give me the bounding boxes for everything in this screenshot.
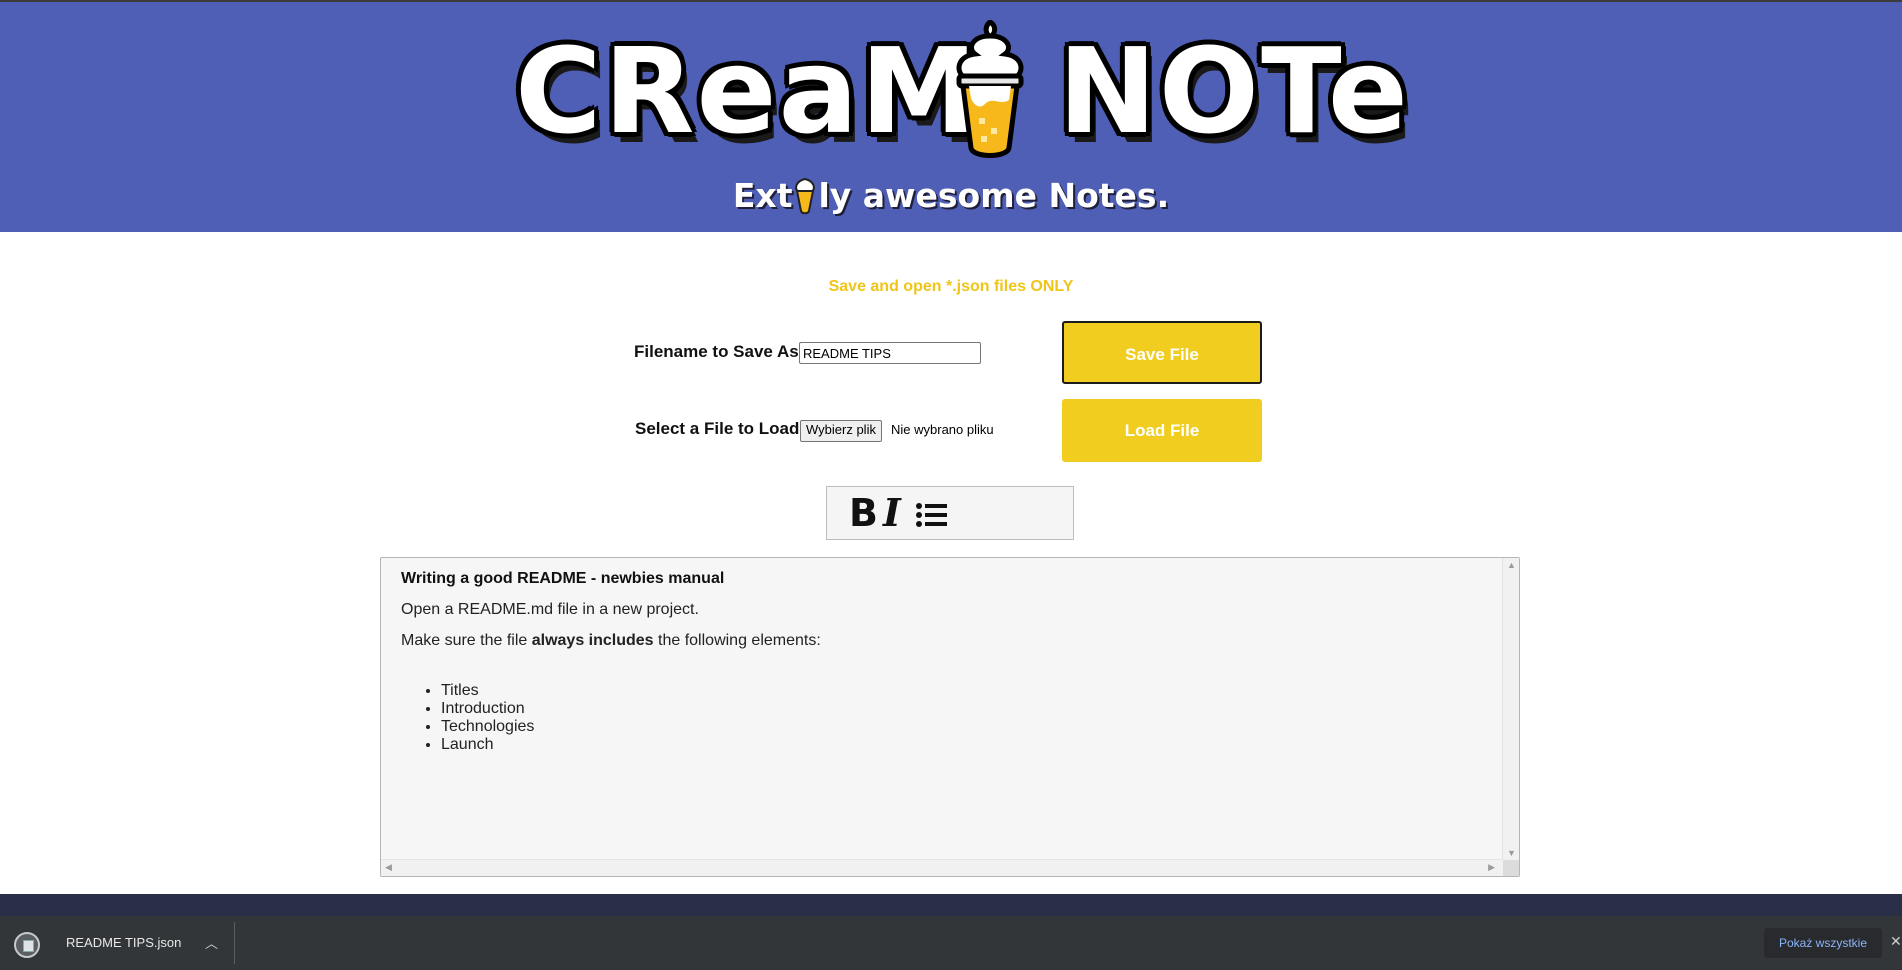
download-shelf: README TIPS.json ︿ Pokaż wszystkie ✕ [0,916,1902,970]
note-editor[interactable]: Writing a good README - newbies manual O… [380,557,1520,877]
note-heading: Writing a good README - newbies manual [401,570,725,587]
editor-content[interactable]: Writing a good README - newbies manual O… [401,570,1489,754]
list-item: Introduction [441,700,1489,718]
header-banner: CReaM NOTe Ext ly awesome Notes. [0,2,1902,232]
note-paragraph-emphasis: Make sure the file always includes the f… [401,632,1489,650]
load-file-label: Select a File to Load: [635,419,806,438]
mini-ice-cream-icon [795,177,816,215]
list-icon[interactable] [915,501,949,529]
divider [234,922,235,964]
scroll-right-arrow-icon[interactable]: ▶ [1488,862,1495,873]
page-footer [0,894,1902,916]
save-file-button[interactable]: Save File [1062,321,1262,384]
filename-input[interactable] [799,342,981,364]
bold-button[interactable]: B [849,493,878,533]
formatting-toolbar: B I [826,486,1074,540]
list-item: Titles [441,682,1489,700]
file-status-text: Nie wybrano pliku [891,422,994,437]
file-icon [14,932,40,958]
scroll-up-arrow-icon[interactable]: ▲ [1507,560,1516,570]
download-file-name[interactable]: README TIPS.json [66,935,181,950]
horizontal-scrollbar[interactable]: ◀ ▶ [381,859,1503,876]
file-type-notice: Save and open *.json files ONLY [828,278,1074,295]
ice-cream-logo-icon [956,20,1024,158]
choose-file-button[interactable]: Wybierz plik [800,420,882,442]
vertical-scrollbar[interactable]: ▲ ▼ [1502,558,1519,860]
close-icon[interactable]: ✕ [1890,933,1902,950]
filename-label: Filename to Save As: [634,342,805,361]
text-span: the following elements: [653,632,821,649]
tagline: Ext ly awesome Notes. [0,176,1902,215]
text-span: Make sure the file [401,632,532,649]
logo-text-right: NOTe [1058,22,1410,160]
list-item: Launch [441,736,1489,754]
bold-text: always includes [531,632,654,649]
scroll-left-arrow-icon[interactable]: ◀ [385,862,392,873]
chevron-up-icon[interactable]: ︿ [205,933,218,952]
italic-button[interactable]: I [883,493,901,533]
logo-text-left: CReaM [515,22,980,160]
list-item: Technologies [441,718,1489,736]
note-paragraph: Open a README.md file in a new project. [401,601,699,618]
tagline-end: ly awesome Notes. [818,176,1170,215]
scroll-down-arrow-icon[interactable]: ▼ [1507,848,1516,858]
note-list: Titles Introduction Technologies Launch [401,682,1489,754]
tagline-start: Ext [732,176,793,215]
load-file-button[interactable]: Load File [1062,399,1262,462]
resize-handle[interactable] [1503,860,1519,876]
show-all-downloads-button[interactable]: Pokaż wszystkie [1764,928,1882,958]
